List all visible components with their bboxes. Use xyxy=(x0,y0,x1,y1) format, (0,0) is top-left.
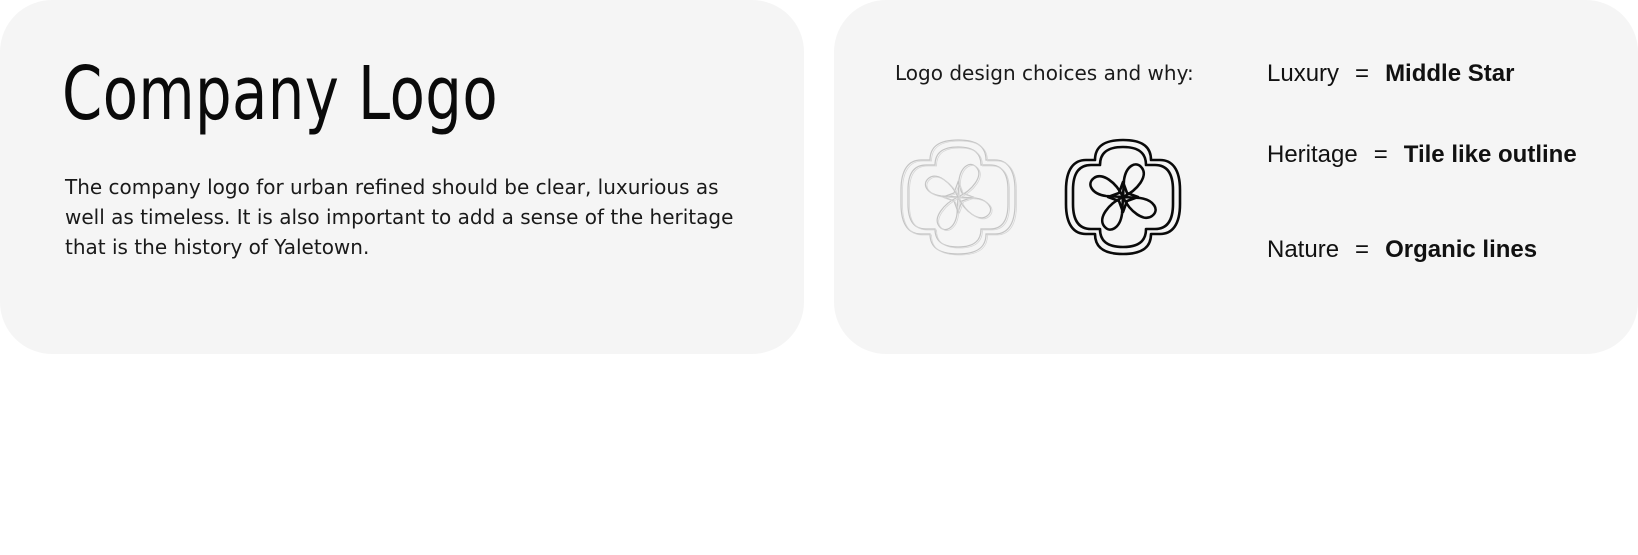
choice-term: Luxury xyxy=(1267,60,1340,87)
design-choice-nature: Nature = Organic lines xyxy=(1267,235,1537,265)
equals-sign: = xyxy=(1355,236,1370,263)
choice-meaning: Middle Star xyxy=(1385,60,1515,87)
choice-meaning: Tile like outline xyxy=(1403,141,1577,168)
equals-sign: = xyxy=(1373,141,1388,168)
final-logo-image xyxy=(1058,132,1188,262)
logo-description: The company logo for urban refined shoul… xyxy=(65,175,734,259)
intro-card: Company Logo The company logo for urban … xyxy=(0,0,804,354)
final-logo-icon xyxy=(1064,138,1182,256)
design-choice-luxury: Luxury = Middle Star xyxy=(1267,59,1514,89)
equals-sign: = xyxy=(1355,60,1370,87)
choice-meaning: Organic lines xyxy=(1385,236,1538,263)
sketch-logo-image xyxy=(893,132,1023,262)
sketch-logo-icon xyxy=(900,139,1017,256)
choice-term: Heritage xyxy=(1267,141,1358,168)
page-title: Company Logo xyxy=(62,51,499,137)
design-choice-heritage: Heritage = Tile like outline xyxy=(1267,140,1577,170)
choice-term: Nature xyxy=(1267,236,1340,263)
design-choices-heading: Logo design choices and why: xyxy=(895,61,1194,85)
